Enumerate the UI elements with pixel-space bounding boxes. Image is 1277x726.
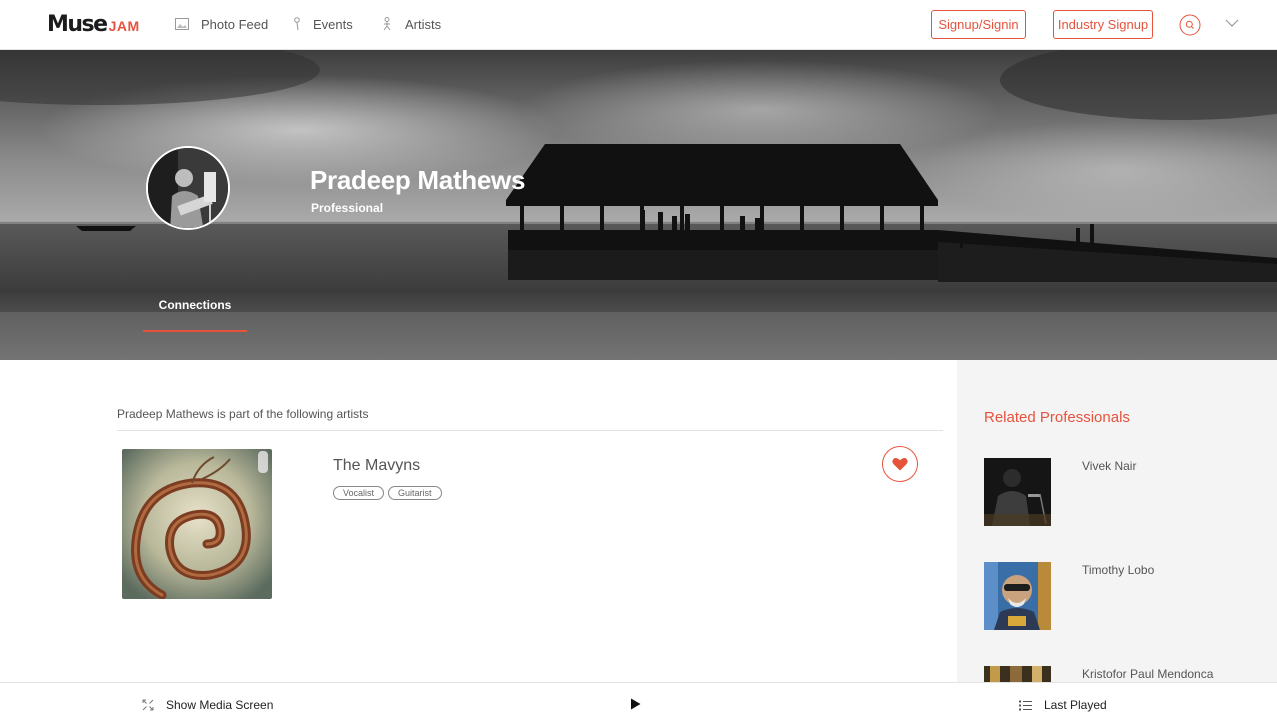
profile-cover: Pradeep Mathews Professional Connections	[0, 50, 1277, 360]
artist-artwork	[122, 449, 272, 599]
related-professionals-sidebar: Related Professionals Vivek Nair Timothy…	[957, 360, 1277, 682]
logo-jam-text: JAM	[108, 18, 140, 34]
artist-icon	[383, 17, 391, 31]
profile-avatar[interactable]	[146, 146, 230, 230]
artist-card: The Mavyns Vocalist Guitarist	[117, 444, 943, 604]
chevron-down-icon	[1225, 19, 1239, 27]
nav-artists-label: Artists	[405, 16, 442, 32]
nav-photo-feed[interactable]: Photo Feed	[175, 15, 268, 33]
profile-role: Professional	[311, 201, 384, 215]
play-button[interactable]	[628, 697, 642, 711]
nav-events[interactable]: Events	[293, 15, 353, 33]
account-menu-toggle[interactable]	[1224, 17, 1240, 29]
related-professional-name: Timothy Lobo	[1082, 563, 1155, 577]
tab-connections[interactable]: Connections	[143, 288, 247, 332]
artist-name[interactable]: The Mavyns	[333, 457, 420, 475]
top-navigation: Muse JAM Photo Feed Events Artists Signu…	[0, 0, 1277, 50]
last-played-button[interactable]: Last Played	[1019, 696, 1107, 714]
show-media-screen-label: Show Media Screen	[166, 698, 274, 712]
related-professional-name: Vivek Nair	[1082, 459, 1137, 473]
artist-tags: Vocalist Guitarist	[333, 486, 442, 500]
main-content: Pradeep Mathews is part of the following…	[117, 360, 943, 682]
related-professional-photo	[984, 458, 1051, 526]
last-played-label: Last Played	[1044, 698, 1107, 712]
musejam-logo[interactable]: Muse JAM	[47, 12, 140, 38]
like-artist-button[interactable]	[882, 446, 918, 482]
microphone-icon	[294, 17, 300, 31]
logo-muse-text: Muse	[47, 12, 108, 37]
avatar-photo	[148, 148, 228, 228]
heart-icon	[892, 458, 908, 471]
related-professional-photo	[984, 562, 1051, 630]
section-heading: Pradeep Mathews is part of the following…	[117, 407, 369, 421]
related-professional-item[interactable]: Timothy Lobo	[984, 562, 1264, 630]
list-icon	[1019, 700, 1032, 710]
related-professional-item[interactable]: Kristofor Paul Mendonca	[984, 666, 1264, 682]
nav-photo-feed-label: Photo Feed	[201, 16, 269, 32]
media-player-bar: Show Media Screen Last Played	[0, 682, 1277, 726]
sidebar-title: Related Professionals	[984, 409, 1130, 426]
related-professional-photo	[984, 666, 1051, 682]
profile-name: Pradeep Mathews	[310, 165, 526, 195]
industry-signup-button[interactable]: Industry Signup	[1053, 10, 1153, 39]
artist-thumbnail[interactable]	[122, 449, 272, 599]
tag-guitarist: Guitarist	[388, 486, 442, 500]
related-professional-name: Kristofor Paul Mendonca	[1082, 667, 1214, 681]
related-professional-item[interactable]: Vivek Nair	[984, 458, 1264, 526]
nav-artists[interactable]: Artists	[381, 15, 441, 33]
show-media-screen-button[interactable]: Show Media Screen	[142, 696, 273, 714]
nav-events-label: Events	[313, 16, 353, 32]
search-icon	[1179, 14, 1201, 36]
search-button[interactable]	[1179, 14, 1201, 36]
section-divider	[117, 430, 943, 431]
expand-icon	[142, 699, 154, 711]
photo-icon	[175, 18, 189, 30]
tag-vocalist: Vocalist	[333, 486, 385, 500]
play-icon	[630, 698, 640, 710]
signup-signin-button[interactable]: Signup/Signin	[931, 10, 1026, 39]
